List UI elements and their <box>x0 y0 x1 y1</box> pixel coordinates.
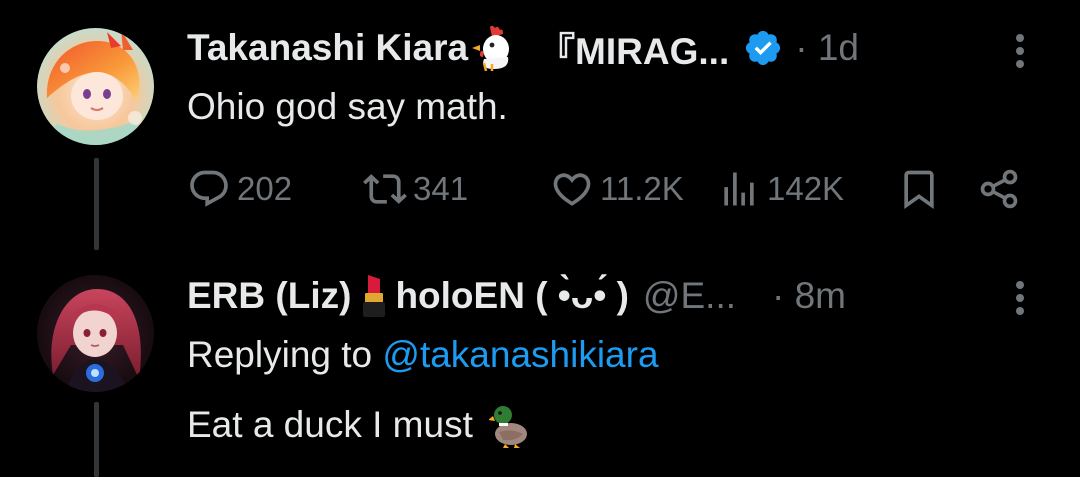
reply-icon <box>187 167 231 211</box>
reply-author-name[interactable]: ERB (Liz) <box>187 275 351 317</box>
tweet-time[interactable]: · 1d <box>795 27 859 69</box>
like-icon <box>550 167 594 211</box>
duck-emoji-icon <box>488 402 529 448</box>
reply-author-suffix[interactable]: holoEN ( •̀ᴗ•́ ) <box>395 275 628 317</box>
reply-time[interactable]: · 8m <box>772 275 846 317</box>
author-name[interactable]: Takanashi Kiara <box>187 27 468 69</box>
like-count: 11.2K <box>600 170 684 207</box>
tweet-header: Takanashi Kiara 『MIRAG... · 1d <box>187 24 859 72</box>
author-name-suffix[interactable]: 『MIRAG... <box>538 21 729 75</box>
replying-to-mention[interactable]: @takanashikiara <box>382 334 658 375</box>
replying-to-label: Replying to <box>187 334 373 375</box>
reply-text-line: Eat a duck I must <box>187 402 529 448</box>
share-icon <box>977 167 1021 211</box>
tweet-text: Ohio god say math. <box>187 86 508 127</box>
views-count: 142K <box>767 170 845 207</box>
reply-more-icon[interactable] <box>1006 275 1034 321</box>
replying-to-line: Replying to @takanashikiara <box>187 334 659 376</box>
repost-icon <box>363 167 407 211</box>
repost-count: 341 <box>413 170 469 207</box>
views-button[interactable]: 142K <box>717 164 844 214</box>
repost-button[interactable]: 341 <box>363 164 468 214</box>
reply-handle[interactable]: @E... <box>643 275 736 317</box>
thread-line-bottom <box>94 402 99 477</box>
reply-header: ERB (Liz) holoEN ( •̀ᴗ•́ ) @E... · 8m <box>187 272 846 320</box>
reply-button[interactable]: 202 <box>187 164 292 214</box>
reply-count: 202 <box>237 170 293 207</box>
share-button[interactable] <box>977 164 1021 214</box>
bookmark-icon <box>897 167 941 211</box>
lipstick-emoji-icon <box>359 273 389 319</box>
thread-line-top <box>94 158 99 250</box>
views-icon <box>717 167 761 211</box>
verified-badge-icon <box>743 28 783 68</box>
reply-text: Eat a duck I must <box>187 404 473 445</box>
avatar-erb[interactable] <box>37 275 154 392</box>
avatar-takanashi-kiara[interactable] <box>37 28 154 145</box>
like-button[interactable]: 11.2K <box>550 164 684 214</box>
bookmark-button[interactable] <box>897 164 941 214</box>
chicken-emoji-icon <box>470 25 518 71</box>
more-icon[interactable] <box>1006 28 1034 74</box>
tweet-actions: 202 341 11.2K 142K <box>187 164 1037 214</box>
